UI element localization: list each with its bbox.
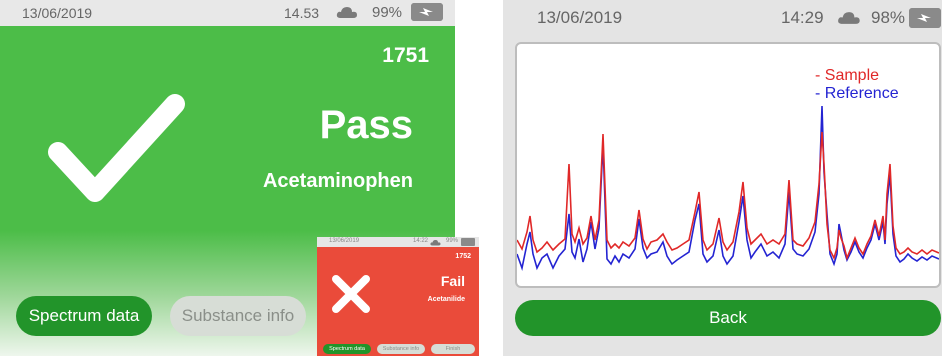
checkmark-icon <box>48 94 185 202</box>
status-date: 13/06/2019 <box>22 5 93 21</box>
plug-icon <box>461 238 475 246</box>
spectrum-screen: 13/06/2019 14:29 98% - Sample - Referenc… <box>503 0 942 356</box>
status-bar: 13/06/2019 14.53 99% <box>0 0 455 26</box>
substance-name: Acetaminophen <box>262 170 413 192</box>
status-bar: 13/06/2019 14:29 98% <box>503 0 942 28</box>
substance-name: Acetanilide <box>427 296 465 303</box>
reference-line <box>517 105 939 271</box>
substance-info-button[interactable]: Substance info <box>170 296 306 336</box>
status-date: 13/06/2019 <box>537 8 623 27</box>
status-time: 14.53 <box>284 5 320 21</box>
finish-button[interactable]: Finish <box>431 344 475 354</box>
chart-legend: - Sample - Reference <box>815 67 899 103</box>
x-icon <box>332 275 370 313</box>
legend-reference: - Reference <box>815 85 899 102</box>
spectrum-data-button[interactable]: Spectrum data <box>16 296 152 336</box>
sample-line <box>517 131 939 261</box>
battery-level: 99% <box>446 238 459 244</box>
cloud-icon <box>838 12 860 24</box>
status-bar: 13/06/2019 14:22 99% <box>317 237 479 247</box>
cloud-icon <box>430 240 441 246</box>
sample-id: 1752 <box>455 253 471 260</box>
status-date: 13/06/2019 <box>329 238 360 244</box>
result-title: Fail <box>440 273 465 289</box>
spectrum-plot: - Sample - Reference <box>515 42 941 288</box>
spectrum-data-button[interactable]: Spectrum data <box>323 344 371 354</box>
cloud-icon <box>336 7 357 18</box>
legend-sample: - Sample <box>815 67 880 84</box>
fail-result-screen: 13/06/2019 14:22 99% 1752 Fail Acetanili… <box>317 237 479 356</box>
battery-level: 98% <box>871 8 906 27</box>
battery-level: 99% <box>372 4 403 21</box>
back-button[interactable]: Back <box>515 300 941 336</box>
status-time: 14:22 <box>413 238 429 244</box>
sample-id: 1751 <box>382 44 429 67</box>
plug-icon <box>411 3 443 21</box>
substance-info-button[interactable]: Substance info <box>377 344 425 354</box>
plug-icon <box>909 8 941 28</box>
result-title: Pass <box>319 103 413 147</box>
status-time: 14:29 <box>781 8 824 27</box>
